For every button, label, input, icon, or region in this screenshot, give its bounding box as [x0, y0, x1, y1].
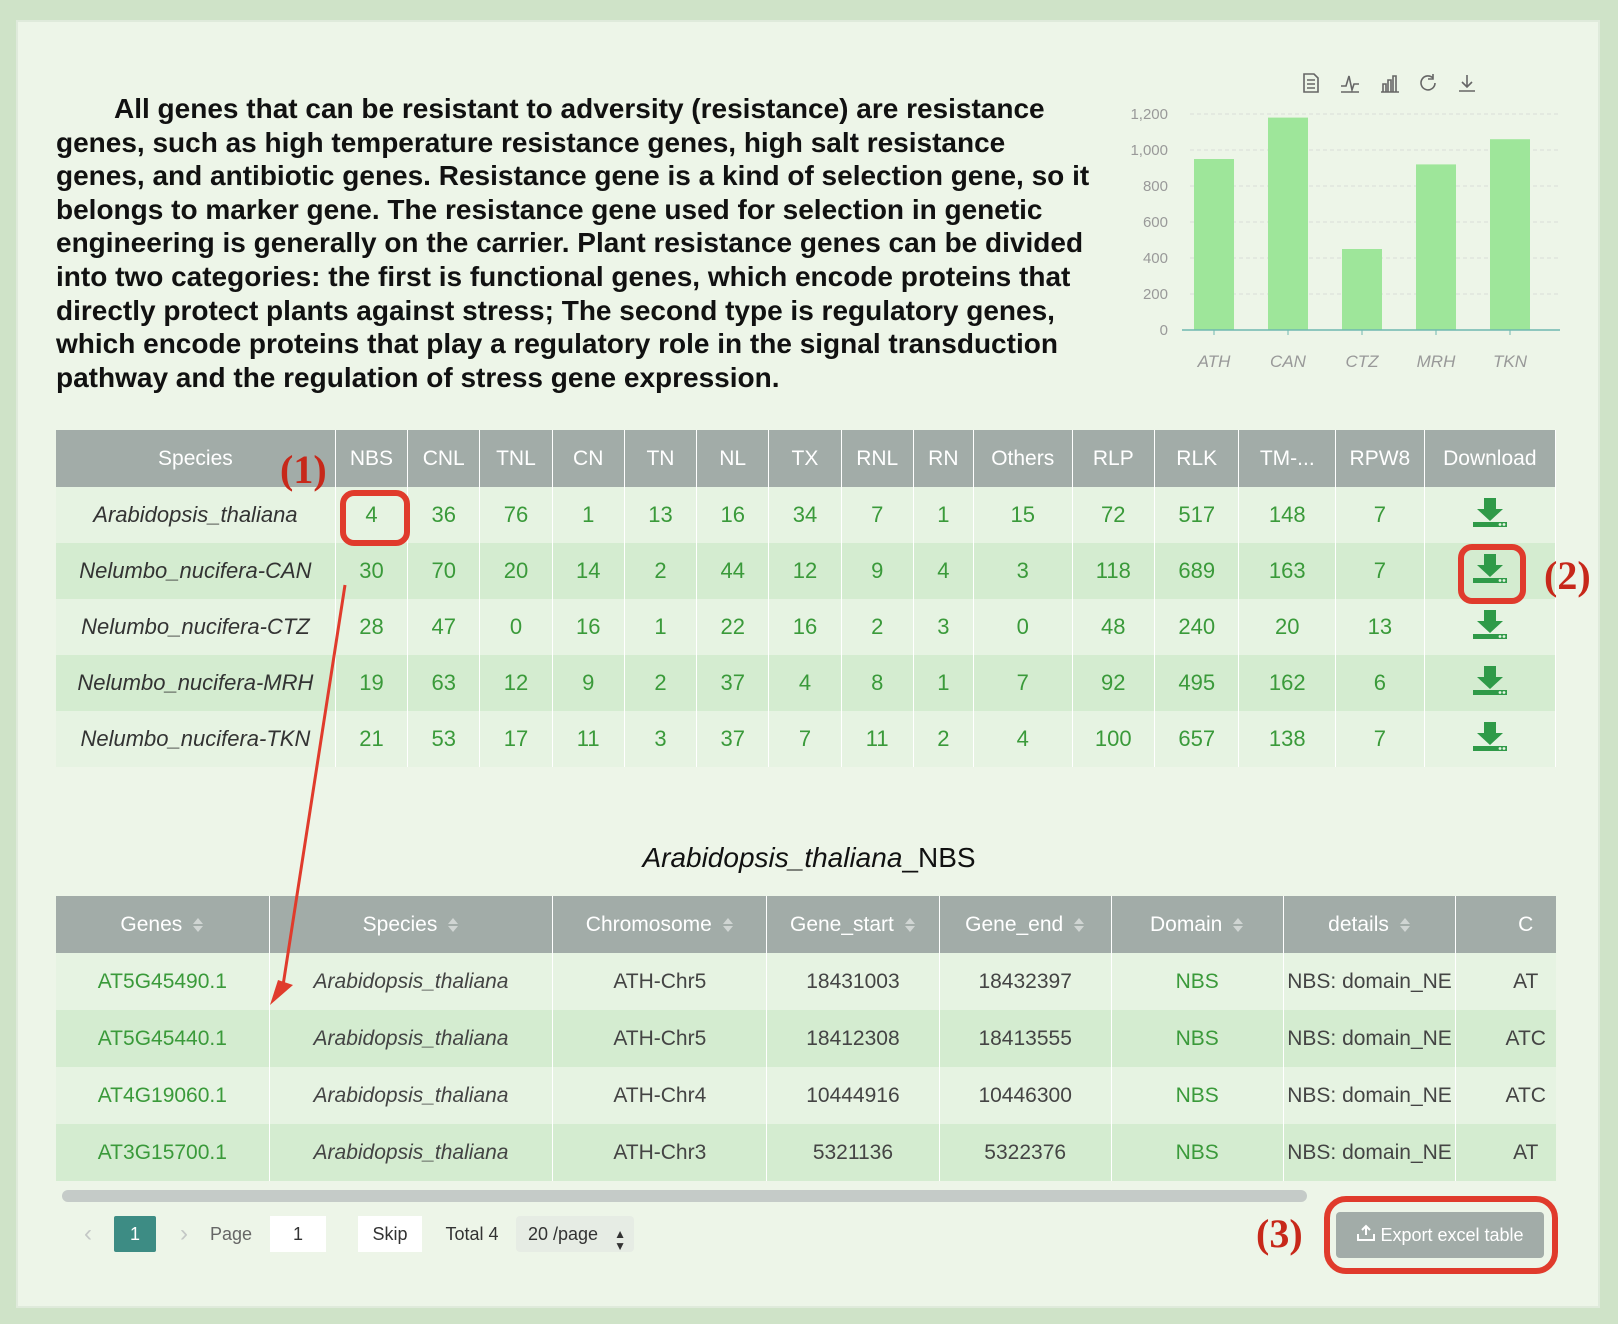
annotation-arrow-line [280, 584, 347, 993]
annotation-overlay [270, 584, 347, 1005]
annotation-label-3: (3) [1256, 1211, 1303, 1256]
annotation-ring-nbs [340, 490, 410, 546]
annotation-ring-export [1324, 1196, 1558, 1274]
annotation-arrow-head [270, 980, 293, 1005]
annotation-label-2: (2) [1544, 553, 1591, 598]
annotation-ring-download [1458, 544, 1526, 604]
annotation-label-1: (1) [280, 447, 327, 492]
